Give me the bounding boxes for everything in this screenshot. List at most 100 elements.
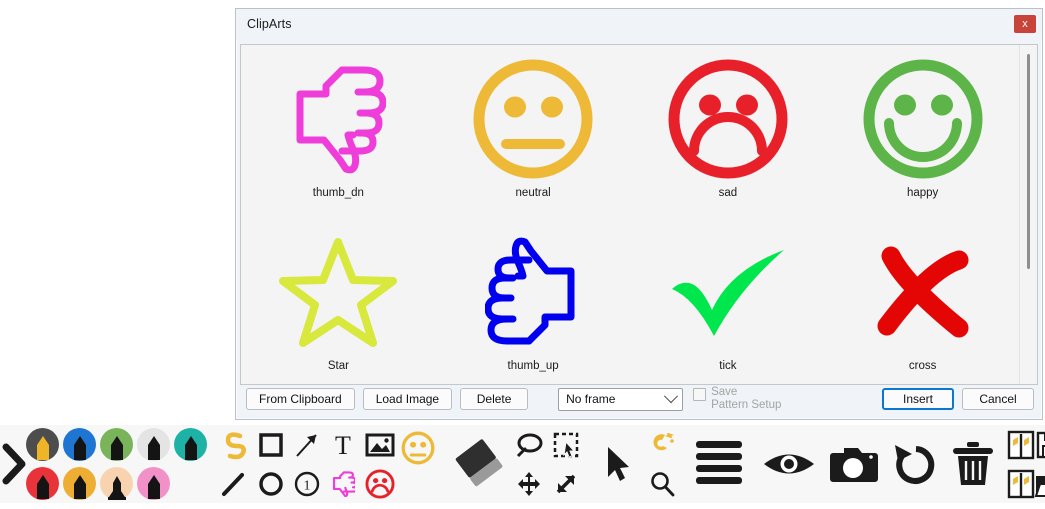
clipart-label: sad [719,187,738,199]
eraser-icon[interactable] [449,435,511,493]
scribble-icon[interactable] [213,425,253,464]
image-icon[interactable] [361,425,399,464]
camera-group [821,425,885,503]
thumbs-up-icon [463,226,603,358]
rectangle-icon[interactable] [253,425,289,464]
dialog-title: ClipArts [247,17,292,31]
save-pattern-line2: Pattern Setup [711,399,781,411]
menu-icon[interactable] [689,437,749,491]
scribble-group [213,425,253,503]
star-icon [268,226,408,358]
checkbox-box[interactable] [693,388,706,401]
text-thumb-group: T [325,425,361,503]
chevron-down-icon [664,389,678,403]
clipart-item-cross[interactable]: cross [825,218,1020,385]
save-pattern-line1: Save [711,386,737,398]
open-book-icon[interactable] [1003,464,1045,503]
clipart-grid: thumb_dn neutral [241,45,1020,384]
line-icon[interactable] [213,464,253,503]
dialog-footer: From Clipboard Load Image Delete No fram… [240,384,1038,414]
undo-icon[interactable] [885,440,945,488]
trash-group [945,425,1001,503]
frame-select[interactable]: No frame [558,388,683,411]
check-mark-icon [658,226,798,358]
pen-peach[interactable] [100,467,133,500]
sad-face-icon [658,53,798,185]
save-book-icon[interactable] [1003,425,1045,464]
cliparts-dialog: ClipArts x thumb_dn [235,8,1043,420]
clipart-label: thumb_up [508,360,559,372]
neutral-face-icon [463,53,603,185]
neutral-face-tool-group [399,419,437,509]
clipart-item-sad[interactable]: sad [631,45,826,218]
cross-mark-icon [853,226,993,358]
zoom-icon[interactable] [641,464,683,503]
scrollbar-thumb[interactable] [1027,54,1030,269]
clipart-item-neutral[interactable]: neutral [436,45,631,218]
pen-red[interactable] [26,467,59,500]
select-group-1 [511,425,547,503]
pen-white[interactable] [137,428,170,461]
eraser-group [449,425,511,503]
thumbs-down-icon [268,53,408,185]
arrow-number-group: 1 [289,425,325,503]
numbered-circle-icon[interactable]: 1 [289,464,325,503]
eye-group [757,425,821,503]
clipart-list: thumb_dn neutral [240,44,1038,385]
clipart-item-star[interactable]: Star [241,218,436,385]
pen-blue[interactable] [63,428,96,461]
delete-button[interactable]: Delete [460,388,528,410]
bottom-toolbar: 1 T [0,425,1045,503]
resize-icon[interactable] [547,464,585,503]
happy-face-icon [853,53,993,185]
ellipse-icon[interactable] [253,464,289,503]
trash-icon[interactable] [945,439,1001,489]
wand-zoom-group [641,425,683,503]
pointer-group [595,425,641,503]
pen-orange[interactable] [63,467,96,500]
image-face-group [361,425,399,503]
clipart-label: neutral [516,187,551,199]
thumbs-down-tool-icon[interactable] [325,464,361,503]
footer-actions: Insert Cancel [882,388,1034,410]
dialog-titlebar: ClipArts x [236,9,1042,39]
pen-palette [24,425,209,503]
magic-wand-icon[interactable] [641,425,683,464]
clipart-label: thumb_dn [313,187,364,199]
svg-text:T: T [335,431,351,459]
text-icon[interactable]: T [325,425,361,464]
clipart-item-thumb-up[interactable]: thumb_up [436,218,631,385]
from-clipboard-button[interactable]: From Clipboard [246,388,355,410]
marquee-select-icon[interactable] [547,425,585,464]
save-pattern-setup-label: Save Pattern Setup [711,386,781,412]
pen-teal[interactable] [174,428,207,461]
load-image-button[interactable]: Load Image [363,388,452,410]
clipart-item-happy[interactable]: happy [825,45,1020,218]
camera-icon[interactable] [821,442,885,486]
neutral-face-tool-icon[interactable] [399,431,437,465]
select-group-2 [547,425,585,503]
sad-face-tool-icon[interactable] [361,464,399,503]
clipart-label: Star [328,360,349,372]
pen-green[interactable] [100,428,133,461]
speech-bubble-icon[interactable] [511,425,547,464]
menu-group [689,425,749,503]
cancel-button[interactable]: Cancel [962,388,1034,410]
save-pattern-setup-checkbox[interactable]: Save Pattern Setup [693,386,781,412]
move-icon[interactable] [511,464,547,503]
undo-group [885,425,945,503]
frame-select-value: No frame [566,392,615,406]
clipart-label: cross [909,360,936,372]
clipart-item-thumb-dn[interactable]: thumb_dn [241,45,436,218]
close-icon[interactable]: x [1014,15,1036,33]
insert-button[interactable]: Insert [882,388,954,410]
svg-text:1: 1 [304,478,311,493]
pointer-icon[interactable] [595,444,641,484]
clipart-label: tick [719,360,736,372]
arrow-icon[interactable] [289,425,325,464]
eye-icon[interactable] [757,444,821,484]
pen-dark-gray[interactable] [26,428,59,461]
clipart-list-scrollbar[interactable] [1019,45,1037,384]
pen-pink[interactable] [137,467,170,500]
clipart-item-tick[interactable]: tick [631,218,826,385]
